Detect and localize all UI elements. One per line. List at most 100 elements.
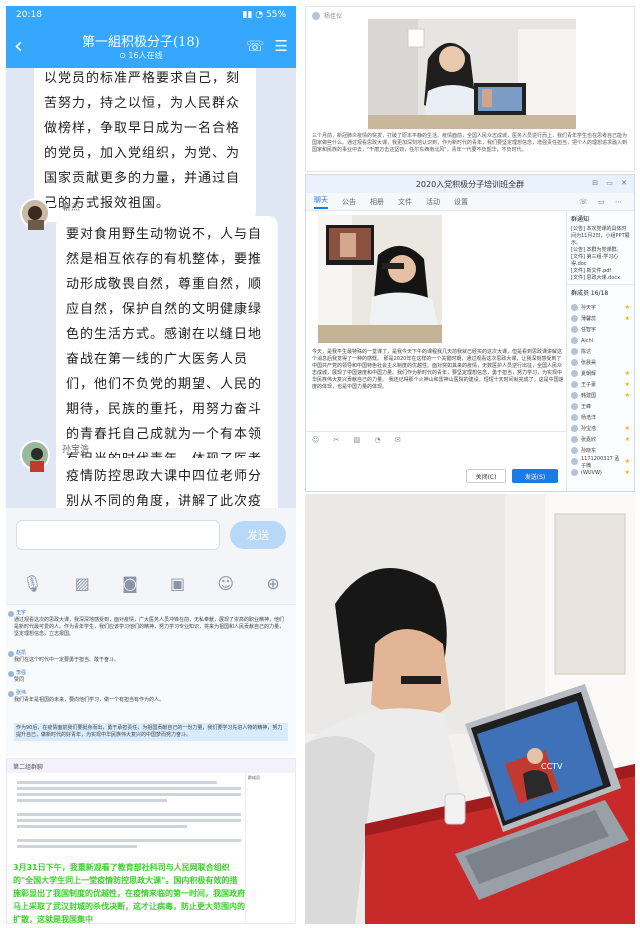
member-name: 孙晓东 [581,448,597,454]
chat-bubble[interactable]: 以党员的标准严格要求自己，刻苦努力，持之以恒，为人民群众做榜样，争取早日成为一名… [34,68,256,222]
student-watching-photo [368,19,576,129]
mobile-chat-panel: 20:18 ▮▮ ◔ 55% ‹ 第一組积极分子(18) ⊙ 16人在线 ☏ ☰… [6,6,296,604]
member-item[interactable]: 陈达 [567,346,634,357]
member-item[interactable]: 韩建国 ★ [567,390,634,401]
member-item[interactable]: (WUVW) ★ [567,467,634,478]
tab-settings[interactable]: 设置 [454,197,468,207]
message-input[interactable] [16,520,220,550]
avatar[interactable] [20,440,50,472]
avatar [571,436,578,443]
member-item[interactable]: 张晨昊 [567,357,634,368]
member-item[interactable]: 王子豪 ★ [567,379,634,390]
close-button[interactable]: 关闭(C) [466,469,506,483]
chat-title-block: 第一組积极分子(18) ⊙ 16人在线 [36,31,246,61]
admin-star-icon: ★ [624,392,630,399]
menu-icon[interactable]: ☰ [275,37,288,55]
member-name: 薄馨蕊 [581,316,597,322]
chat-bubble[interactable]: 疫情防控思政大课中四位老师分别从不同的角度，讲解了此次疫情带给我们的思考。其中冯… [56,458,278,508]
image-icon[interactable]: ▨ [75,574,90,593]
avatar [571,359,578,366]
chat-titlebar: ‹ 第一組积极分子(18) ⊙ 16人在线 ☏ ☰ [6,24,296,68]
avatar-portrait [28,206,44,230]
admin-star-icon: ★ [624,304,630,311]
sender-name: 赵凯 [16,650,27,656]
avatar[interactable] [20,198,50,230]
avatar [571,403,578,410]
member-item[interactable]: 王峰 [567,401,634,412]
admin-star-icon: ★ [624,315,630,322]
member-item[interactable]: 夏朝辉 ★ [567,368,634,379]
red-packet-icon[interactable]: ▣ [170,574,185,593]
chat-title[interactable]: 第一組积极分子(18) [36,31,246,50]
member-item[interactable]: 1171200317 孟子楠 ★ [567,456,634,469]
message-input-area[interactable]: ☺ ✂ ▨ ◔ ✉ 关闭(C) 发送(S) [306,431,568,491]
avatar [571,304,578,311]
avatar [571,381,578,388]
microphone-icon[interactable]: 🎙 [22,574,42,593]
text-line [17,781,217,784]
member-item[interactable]: 孙宝浩 ★ [567,423,634,434]
camera-icon[interactable]: ◙ [122,574,138,593]
message-text: 我们青年是祖国的未来，要向他们学习，做一个有担当有作为的人。 [14,697,165,703]
collage: 20:18 ▮▮ ◔ 55% ‹ 第一組积极分子(18) ⊙ 16人在线 ☏ ☰… [0,0,640,928]
member-item[interactable]: 张嘉欣 ★ [567,434,634,445]
plus-icon[interactable]: ⊕ [266,574,279,593]
members-section: 群成员 16/18 [567,284,634,302]
member-item[interactable]: 杨浩洋 [567,412,634,423]
tab-chat[interactable]: 聊天 [314,195,328,209]
call-icons[interactable]: ☏ ▭ ⋯ [579,198,626,206]
send-button[interactable]: 发送(S) [512,469,558,483]
message-text: 通过观看这次的思政大课，我深深地感受到，面对疫情，广大医务人员冲锋在前，无私奉献… [14,617,285,637]
shared-photo[interactable] [318,215,442,343]
window-controls[interactable]: ⊟ ▭ ✕ [592,179,630,187]
message-text: 我们在这个时代中一定要勇于担当、敢于奋斗。 [14,657,120,663]
avatar [571,447,578,454]
admin-star-icon: ★ [624,469,630,476]
member-name: 王峰 [581,404,592,410]
tab-files[interactable]: 文件 [398,197,412,207]
notice-item[interactable]: [文件] 思政大课.docx [571,274,630,281]
notice-item[interactable]: [公告] 本次党课的具体时间为11月2日，小组PPT展示。 [571,225,630,246]
group-sidebar: 群通知 [公告] 本次党课的具体时间为11月2日，小组PPT展示。 [公告] 本… [566,211,634,491]
input-toolbar-icons[interactable]: ☺ ✂ ▨ ◔ ✉ [312,436,407,444]
member-item[interactable]: 孙天宇 ★ [567,302,634,313]
tab-bar: 聊天 公告 相册 文件 活动 设置 ☏ ▭ ⋯ [306,193,634,211]
member-item[interactable]: 任智宇 [567,324,634,335]
back-icon[interactable]: ‹ [14,34,36,59]
avatar [571,348,578,355]
chat-message-list: 以党员的标准严格要求自己，刻苦努力，持之以恒，为人民群众做榜样，争取早日成为一名… [6,68,296,508]
avatar-portrait [30,448,44,472]
group-phone-icon[interactable]: ☏ [246,37,265,55]
text-line [17,845,137,848]
emoji-icon[interactable]: ☺ [217,574,234,593]
avatar [571,458,578,465]
notice-item[interactable]: [文件] 第三组-学习心得.doc [571,253,630,267]
chat-area: 今天，是我平生最特殊的一堂课了，是我今天下午的课程我几天前我就已经买的这次大课，… [306,211,568,491]
tab-album[interactable]: 相册 [370,197,384,207]
notice-item[interactable]: [文件] 新文件.pdf [571,267,630,274]
member-name: 韩建国 [581,393,597,399]
member-name: Aichi [581,337,594,344]
status-time: 20:18 [16,10,42,20]
text-line [17,787,241,790]
message-text: 赞同 [14,677,25,683]
send-button[interactable]: 发送 [230,521,286,549]
window-titlebar: 2020入党积极分子培训班全群 ⊟ ▭ ✕ [306,175,634,193]
member-item[interactable]: Aichi [567,335,634,346]
admin-star-icon: ★ [624,381,630,388]
sender-name: 靳杰 [62,203,81,213]
text-line [17,819,241,822]
notice-item[interactable]: [公告] 本群为党课群。 [571,246,630,253]
tab-announcement[interactable]: 公告 [342,197,356,207]
sender-name: 李强 [16,670,27,676]
text-line [17,825,187,828]
group-window-panel: 第二组群聊 3月31日下午，我重新观看了教育部社科司与人民网联合组织的"全国大学… [6,758,296,924]
avatar [571,326,578,333]
member-name: 张晨昊 [581,360,597,366]
toolbar: 🎙 ▨ ◙ ▣ ☺ ⊕ [6,562,296,604]
member-item[interactable]: 薄馨蕊 ★ [567,313,634,324]
admin-star-icon: ★ [624,436,630,443]
member-list-title: 群成员 [248,775,260,780]
qq-group-window: 2020入党积极分子培训班全群 ⊟ ▭ ✕ 聊天 公告 相册 文件 活动 设置 … [305,174,635,492]
tab-activity[interactable]: 活动 [426,197,440,207]
